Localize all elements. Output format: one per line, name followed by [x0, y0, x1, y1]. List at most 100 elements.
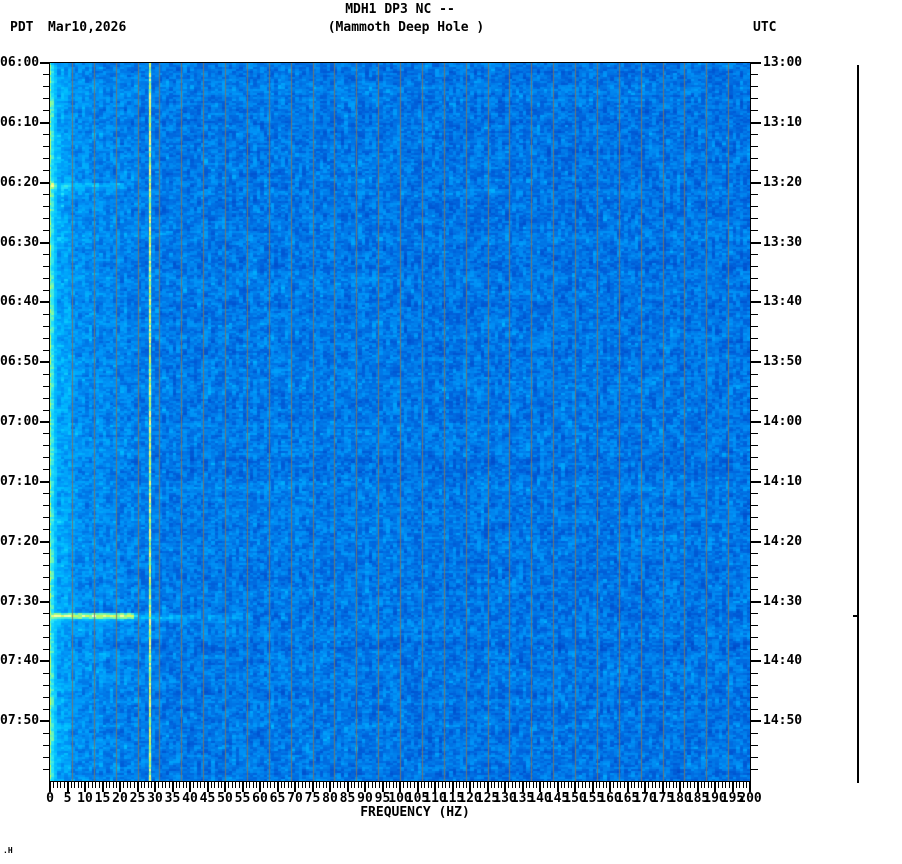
freq-minor-tick: [693, 782, 695, 788]
freq-minor-tick: [161, 782, 163, 788]
plot-frame: [49, 62, 751, 782]
time-label-utc: 13:40: [763, 294, 803, 310]
time-minor-tick: [43, 732, 50, 734]
artifact-text: .H: [3, 846, 13, 855]
time-minor-tick: [43, 373, 50, 375]
freq-minor-tick: [424, 782, 425, 788]
time-minor-tick: [43, 648, 50, 650]
freq-minor-tick: [81, 782, 82, 788]
time-label-pdt: 06:20: [0, 174, 40, 190]
time-minor-tick: [751, 110, 758, 112]
time-major-tick: [40, 480, 50, 483]
freq-minor-tick: [473, 782, 474, 788]
time-minor-tick: [751, 756, 758, 758]
time-minor-tick: [751, 493, 758, 495]
freq-minor-tick: [238, 782, 240, 788]
freq-minor-tick: [333, 782, 334, 788]
freq-minor-tick: [112, 782, 114, 788]
freq-minor-tick: [669, 782, 670, 788]
freq-minor-tick: [144, 782, 145, 788]
freq-minor-tick: [406, 782, 408, 788]
time-minor-tick: [751, 265, 758, 267]
freq-minor-tick: [648, 782, 649, 788]
freq-minor-tick: [599, 782, 600, 788]
time-minor-tick: [43, 553, 50, 555]
freq-minor-tick: [683, 782, 684, 788]
freq-minor-tick: [459, 782, 460, 788]
time-minor-tick: [751, 86, 758, 88]
freq-minor-tick: [686, 782, 688, 788]
freq-minor-tick: [196, 782, 198, 788]
time-major-tick: [40, 540, 50, 543]
freq-minor-tick: [322, 782, 324, 788]
freq-minor-tick: [385, 782, 387, 788]
time-label-utc: 14:10: [763, 473, 803, 489]
time-major-tick: [751, 660, 761, 663]
freq-minor-tick: [455, 782, 457, 788]
freq-minor-tick: [718, 782, 719, 788]
freq-minor-tick: [95, 782, 96, 788]
freq-minor-tick: [270, 782, 271, 788]
time-minor-tick: [43, 612, 50, 614]
freq-minor-tick: [588, 782, 590, 788]
freq-minor-tick: [214, 782, 215, 788]
freq-minor-tick: [581, 782, 583, 788]
freq-minor-tick: [623, 782, 625, 788]
time-minor-tick: [751, 170, 758, 172]
freq-minor-tick: [315, 782, 317, 788]
freq-minor-tick: [326, 782, 327, 788]
time-major-tick: [751, 241, 761, 244]
frequency-axis-title: FREQUENCY (HZ): [360, 805, 470, 820]
freq-minor-tick: [595, 782, 597, 788]
freq-minor-tick: [728, 782, 730, 788]
freq-minor-tick: [179, 782, 180, 788]
freq-minor-tick: [571, 782, 572, 788]
time-minor-tick: [751, 253, 758, 255]
freq-minor-tick: [116, 782, 117, 788]
time-minor-tick: [43, 265, 50, 267]
time-minor-tick: [751, 624, 758, 626]
freq-minor-tick: [319, 782, 320, 788]
freq-minor-tick: [441, 782, 443, 788]
spectrogram-canvas: [50, 63, 750, 781]
time-major-tick: [40, 600, 50, 603]
freq-tick-label: 0: [46, 791, 54, 806]
time-minor-tick: [43, 277, 50, 279]
time-major-tick: [40, 301, 50, 304]
freq-minor-tick: [448, 782, 450, 788]
freq-minor-tick: [532, 782, 534, 788]
time-minor-tick: [751, 708, 758, 710]
time-minor-tick: [751, 373, 758, 375]
time-minor-tick: [43, 768, 50, 770]
freq-minor-tick: [676, 782, 677, 788]
time-minor-tick: [43, 349, 50, 351]
time-minor-tick: [751, 385, 758, 387]
time-label-pdt: 07:10: [0, 473, 40, 489]
freq-minor-tick: [396, 782, 397, 788]
freq-minor-tick: [630, 782, 632, 788]
time-label-pdt: 07:30: [0, 593, 40, 609]
time-minor-tick: [43, 636, 50, 638]
freq-minor-tick: [392, 782, 394, 788]
freq-minor-tick: [515, 782, 516, 788]
freq-minor-tick: [483, 782, 485, 788]
time-minor-tick: [751, 337, 758, 339]
time-minor-tick: [43, 696, 50, 698]
freq-minor-tick: [221, 782, 222, 788]
time-label-utc: 14:50: [763, 713, 803, 729]
time-minor-tick: [43, 337, 50, 339]
freq-minor-tick: [105, 782, 107, 788]
freq-minor-tick: [165, 782, 166, 788]
freq-minor-tick: [438, 782, 439, 788]
time-minor-tick: [751, 230, 758, 232]
freq-minor-tick: [291, 782, 292, 788]
freq-minor-tick: [497, 782, 499, 788]
time-major-tick: [751, 361, 761, 364]
time-label-utc: 14:20: [763, 533, 803, 549]
freq-minor-tick: [98, 782, 100, 788]
time-label-utc: 13:20: [763, 174, 803, 190]
freq-minor-tick: [494, 782, 495, 788]
freq-minor-tick: [616, 782, 618, 788]
freq-minor-tick: [413, 782, 415, 788]
freq-minor-tick: [480, 782, 481, 788]
